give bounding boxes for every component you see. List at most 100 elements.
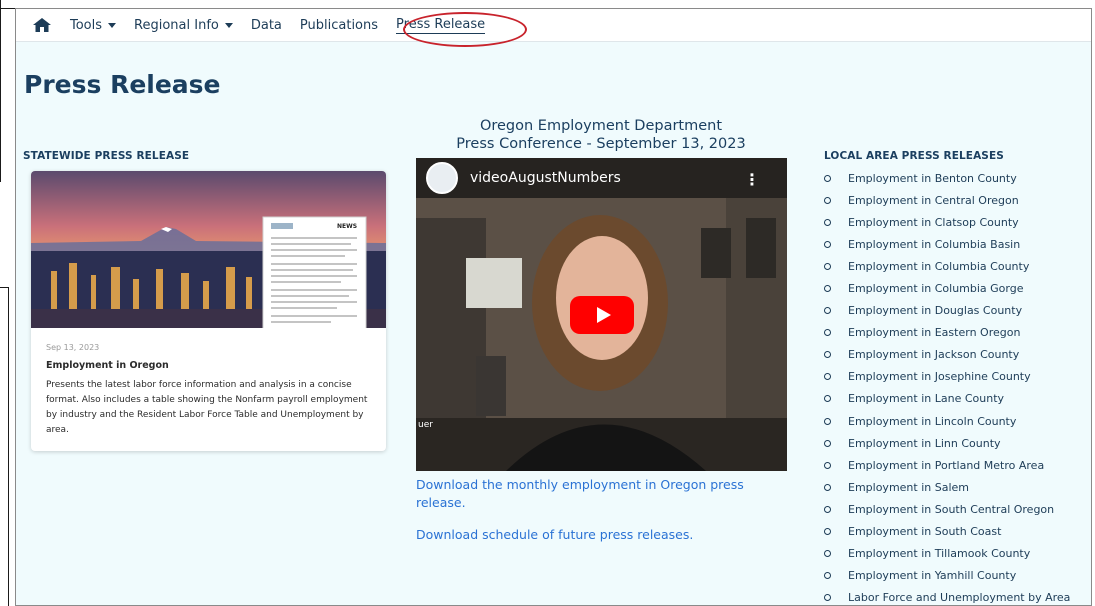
list-item[interactable]: Employment in Linn County [824, 432, 1070, 454]
bullet-icon [824, 439, 831, 447]
frame-line-left-upper [0, 0, 1, 182]
home-icon[interactable] [32, 16, 54, 34]
highlight-annotation-circle [403, 12, 527, 47]
local-release-link[interactable]: Employment in Tillamook County [848, 547, 1030, 560]
bullet-icon [824, 395, 831, 403]
list-item[interactable]: Employment in Yamhill County [824, 565, 1070, 587]
video-caption-fragment: uer [418, 420, 433, 430]
list-item[interactable]: Employment in Eastern Oregon [824, 322, 1070, 344]
list-item[interactable]: Employment in Clatsop County [824, 211, 1070, 233]
frame-line-left-lower-v [8, 287, 9, 606]
list-item[interactable]: Employment in South Coast [824, 521, 1070, 543]
local-release-link[interactable]: Employment in South Central Oregon [848, 503, 1054, 516]
nav-regional-info[interactable]: Regional Info [134, 18, 233, 33]
nav-tools-label: Tools [70, 17, 103, 33]
local-release-link[interactable]: Employment in Columbia Basin [848, 238, 1020, 251]
local-release-link[interactable]: Employment in Josephine County [848, 370, 1031, 383]
local-release-link[interactable]: Employment in Columbia County [848, 260, 1029, 273]
bullet-icon [824, 196, 831, 204]
nav-publications-label: Publications [299, 17, 379, 33]
local-release-link[interactable]: Employment in Salem [848, 481, 969, 494]
local-release-link[interactable]: Employment in Yamhill County [848, 569, 1016, 582]
local-heading: LOCAL AREA PRESS RELEASES [824, 150, 1004, 162]
list-item[interactable]: Employment in Central Oregon [824, 189, 1070, 211]
list-item[interactable]: Employment in Jackson County [824, 344, 1070, 366]
list-item[interactable]: Employment in Douglas County [824, 300, 1070, 322]
bullet-icon [824, 307, 831, 315]
channel-logo[interactable] [426, 162, 458, 194]
local-area-list: Employment in Benton County Employment in… [824, 167, 1070, 605]
more-vert-icon[interactable]: ⋮ [744, 170, 760, 189]
nav-regional-info-label: Regional Info [134, 17, 219, 33]
nav-publications[interactable]: Publications [300, 18, 378, 33]
bullet-icon [824, 373, 831, 381]
list-item[interactable]: Employment in Lincoln County [824, 410, 1070, 432]
local-release-link[interactable]: Employment in Lincoln County [848, 415, 1016, 428]
bullet-icon [824, 218, 831, 226]
local-release-link[interactable]: Employment in Douglas County [848, 304, 1022, 317]
press-release-page: Tools Regional Info Data Publications Pr… [15, 8, 1092, 606]
local-release-link[interactable]: Employment in Columbia Gorge [848, 282, 1024, 295]
list-item[interactable]: Employment in Lane County [824, 388, 1070, 410]
oregon-skyline-thumbnail: NEWS [31, 171, 386, 328]
bullet-icon [824, 528, 831, 536]
video-heading-line1: Oregon Employment Department [479, 118, 723, 134]
bullet-icon [824, 550, 831, 558]
bullet-icon [824, 240, 831, 248]
local-release-link[interactable]: Employment in Eastern Oregon [848, 326, 1020, 339]
card-title[interactable]: Employment in Oregon [46, 360, 169, 371]
news-badge: NEWS [337, 223, 357, 230]
press-conference-video[interactable]: videoAugustNumbers ⋮ uer [416, 158, 787, 471]
bullet-icon [824, 285, 831, 293]
video-heading-line2: Press Conference - September 13, 2023 [456, 136, 746, 152]
statewide-release-card[interactable]: NEWS Sep 13, 2023 Employment in Oregon P… [31, 171, 386, 451]
list-item[interactable]: Labor Force and Unemployment by Area [824, 587, 1070, 605]
bullet-icon [824, 483, 831, 491]
frame-line-left-lower [0, 287, 8, 288]
bullet-icon [824, 329, 831, 337]
frame-line-top [0, 8, 16, 9]
list-item[interactable]: Employment in South Central Oregon [824, 498, 1070, 520]
card-description: Presents the latest labor force informat… [46, 380, 368, 435]
bullet-icon [824, 351, 831, 359]
list-item[interactable]: Employment in Portland Metro Area [824, 454, 1070, 476]
list-item[interactable]: Employment in Tillamook County [824, 543, 1070, 565]
local-release-link[interactable]: Employment in Central Oregon [848, 194, 1019, 207]
list-item[interactable]: Employment in Benton County [824, 167, 1070, 189]
bullet-icon [824, 505, 831, 513]
statewide-heading: STATEWIDE PRESS RELEASE [23, 150, 190, 162]
nav-data[interactable]: Data [251, 18, 282, 33]
chevron-down-icon [224, 22, 233, 28]
news-document-thumbnail: NEWS [262, 216, 367, 328]
list-item[interactable]: Employment in Salem [824, 476, 1070, 498]
local-release-link[interactable]: Labor Force and Unemployment by Area [848, 591, 1070, 604]
bullet-icon [824, 594, 831, 602]
local-release-link[interactable]: Employment in Jackson County [848, 348, 1019, 361]
local-release-link[interactable]: Employment in Clatsop County [848, 216, 1019, 229]
bullet-icon [824, 572, 831, 580]
local-release-link[interactable]: Employment in Benton County [848, 172, 1017, 185]
local-release-link[interactable]: Employment in Linn County [848, 437, 1001, 450]
top-navbar: Tools Regional Info Data Publications Pr… [16, 9, 1091, 42]
local-release-link[interactable]: Employment in Portland Metro Area [848, 459, 1044, 472]
video-header-bar: videoAugustNumbers [416, 158, 787, 198]
download-schedule-link[interactable]: Download schedule of future press releas… [416, 526, 776, 544]
video-title-label[interactable]: videoAugustNumbers [470, 170, 621, 186]
play-icon[interactable] [570, 296, 634, 334]
bullet-icon [824, 417, 831, 425]
bullet-icon [824, 461, 831, 469]
list-item[interactable]: Employment in Columbia County [824, 255, 1070, 277]
nav-tools[interactable]: Tools [70, 17, 117, 33]
local-release-link[interactable]: Employment in South Coast [848, 525, 1001, 538]
chevron-down-icon [108, 22, 117, 28]
local-release-link[interactable]: Employment in Lane County [848, 392, 1004, 405]
download-monthly-link[interactable]: Download the monthly employment in Orego… [416, 476, 776, 512]
list-item[interactable]: Employment in Columbia Gorge [824, 277, 1070, 299]
nav-data-label: Data [250, 17, 282, 33]
list-item[interactable]: Employment in Josephine County [824, 366, 1070, 388]
page-title: Press Release [24, 70, 221, 99]
list-item[interactable]: Employment in Columbia Basin [824, 233, 1070, 255]
card-date: Sep 13, 2023 [46, 343, 100, 352]
bullet-icon [824, 262, 831, 270]
bullet-icon [824, 174, 831, 182]
